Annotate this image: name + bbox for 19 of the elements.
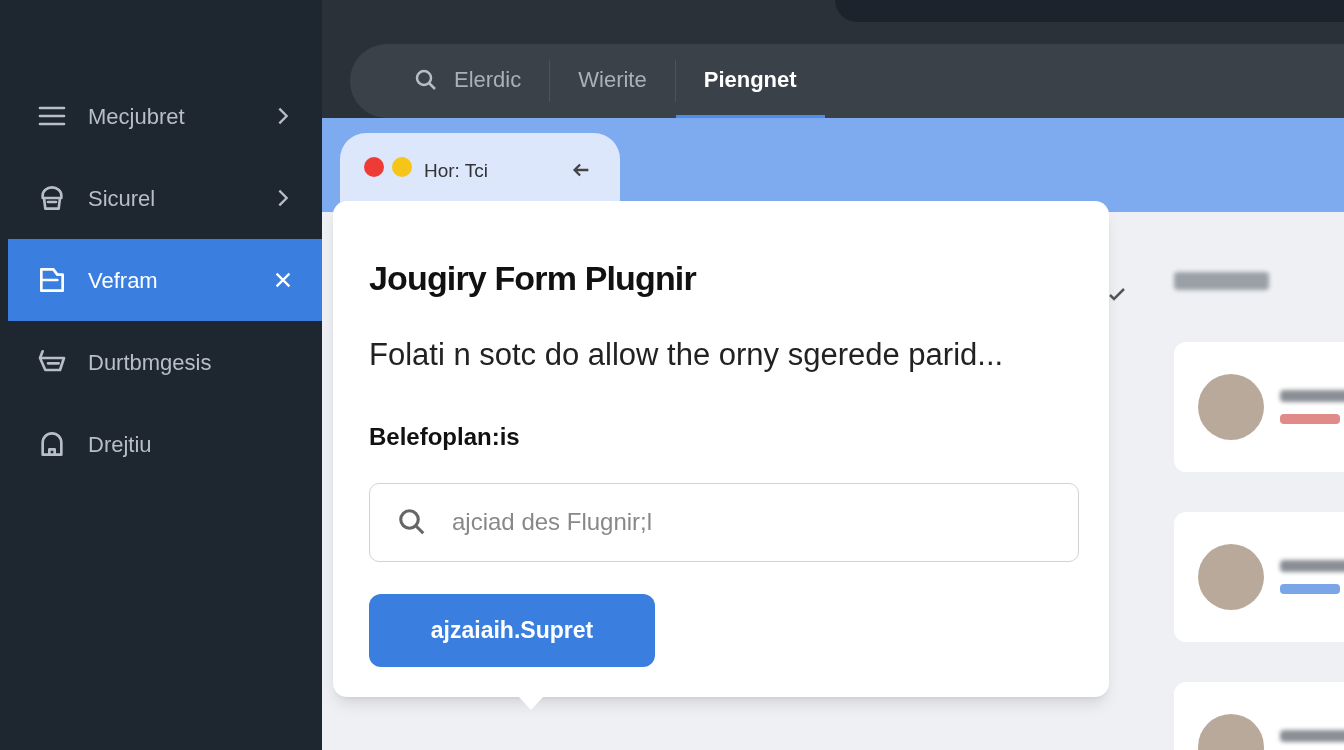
sidebar-item[interactable]: Durtbmgesis: [8, 321, 322, 403]
field-label: Belefoplan:is: [369, 421, 521, 452]
dialog-description: Folati n sotc do allow the orny sgerede parid...: [369, 336, 1005, 374]
blurred-name: [1280, 560, 1344, 572]
blurred-name: [1280, 730, 1344, 742]
dialog-title: Jougiry Form Plugnir: [369, 258, 698, 299]
submit-button[interactable]: ajzaiaih.Supret: [369, 593, 655, 667]
search-icon: [414, 67, 438, 92]
nav-tab[interactable]: Elerdic: [386, 44, 550, 118]
search-icon: [397, 506, 427, 537]
sidebar-item[interactable]: Vefram: [8, 239, 322, 321]
sidebar-item[interactable]: Mecjubret: [8, 75, 322, 157]
sidebar-item[interactable]: Drejtiu: [8, 403, 322, 485]
check-icon: [1108, 287, 1126, 301]
search-field[interactable]: ajciad des Flugnir;l: [369, 482, 1079, 562]
sidebar-item[interactable]: Sicurel: [8, 157, 322, 239]
tab-title: Hor: Tci: [424, 159, 489, 183]
nav-tab[interactable]: Wierite: [550, 44, 675, 118]
blurred-name: [1280, 390, 1344, 402]
